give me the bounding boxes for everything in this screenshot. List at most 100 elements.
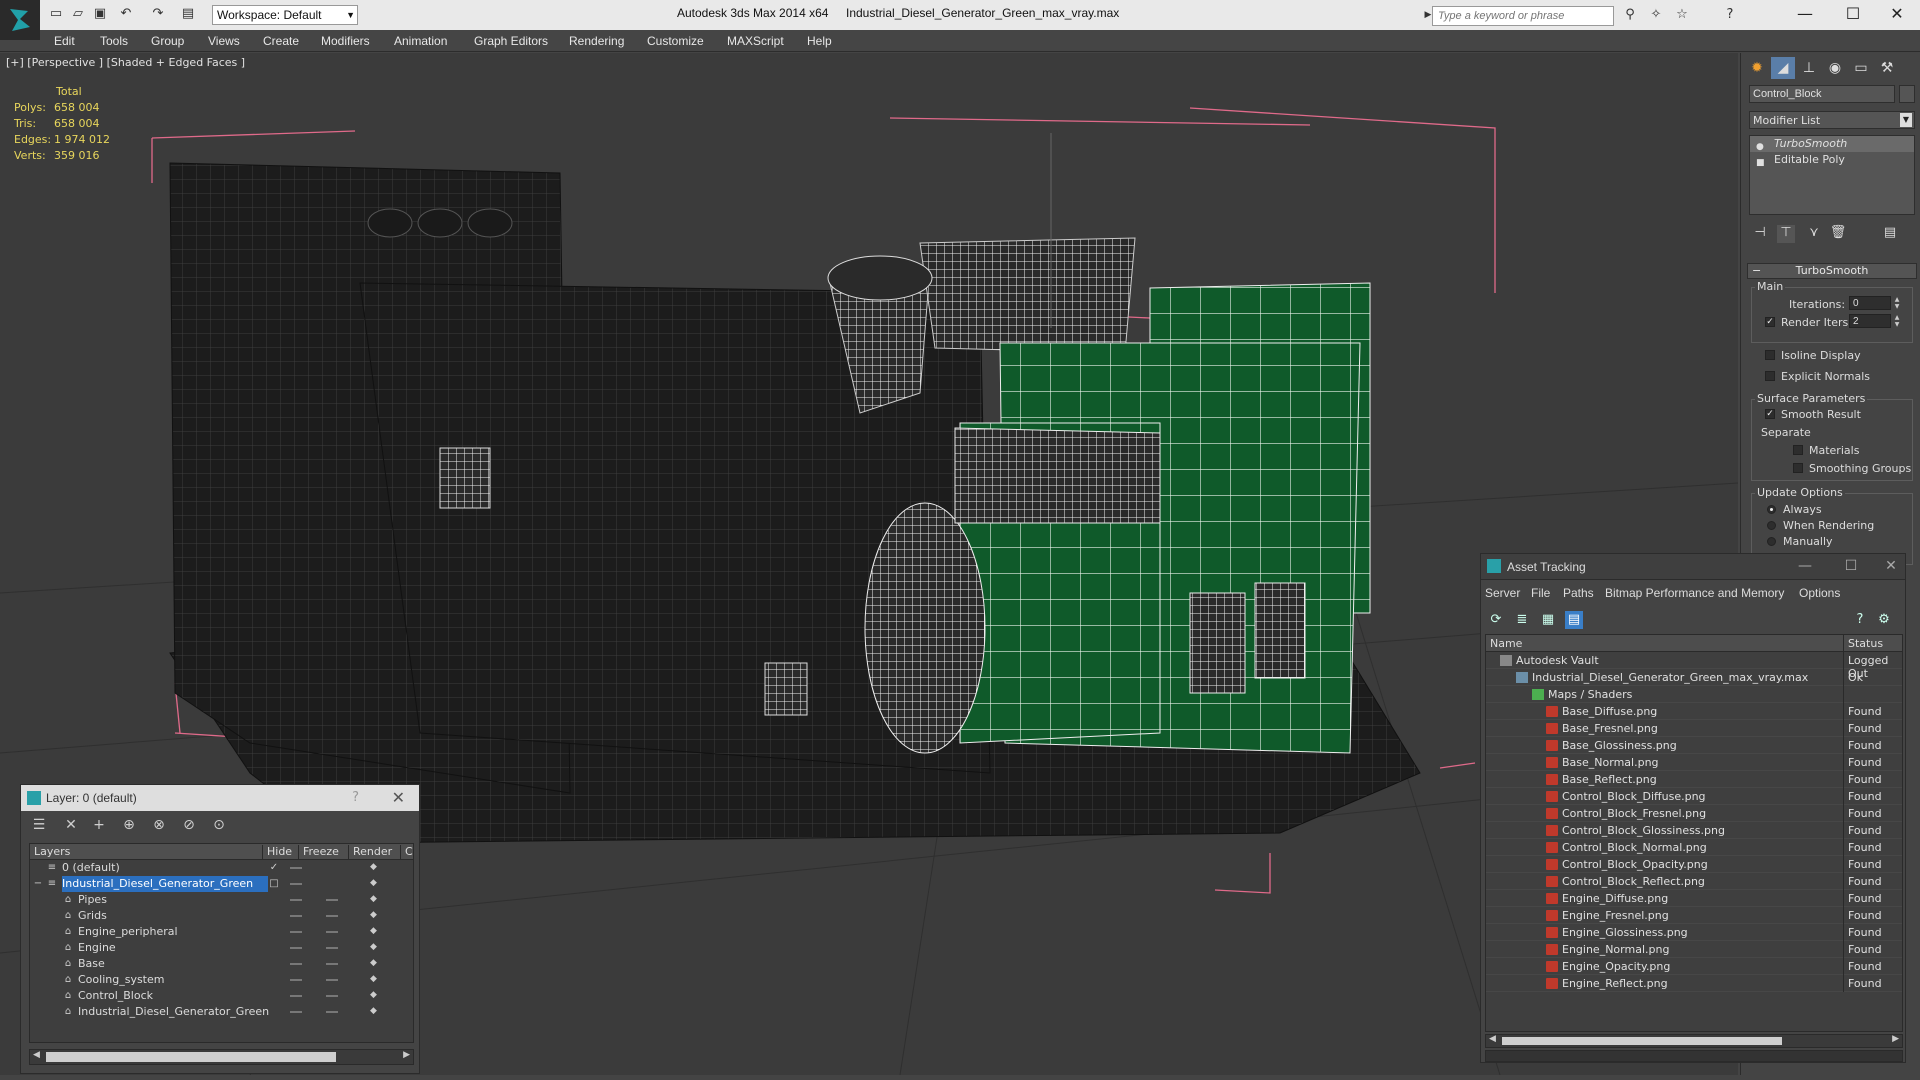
undo-icon[interactable]: ↶ [118,6,134,22]
hide-toggle[interactable] [290,915,302,917]
col-color[interactable]: C [400,845,413,860]
asset-menu-options[interactable]: Options [1799,586,1840,600]
hide-toggle[interactable] [290,963,302,965]
hide-toggle[interactable] [290,947,302,949]
table-view-icon[interactable]: ▤ [1565,611,1583,629]
maximize-button[interactable]: ☐ [1830,2,1876,26]
layer-horizontal-scrollbar[interactable]: ◀ ▶ [29,1049,414,1065]
menu-graph-editors[interactable]: Graph Editors [474,34,548,48]
render-teapot-icon[interactable]: ◆ [370,1007,380,1016]
hide-toggle[interactable] [290,979,302,981]
menu-create[interactable]: Create [263,34,299,48]
open-file-icon[interactable]: ▱ [70,6,86,22]
close-icon[interactable]: ✕ [392,788,405,807]
stack-item-editable-poly[interactable]: ■ Editable Poly [1750,152,1914,168]
layer-row[interactable]: ⌂ Base ◆ [30,956,413,972]
favorites-icon[interactable]: ☆ [1674,7,1690,23]
col-layers[interactable]: Layers [30,845,70,860]
menu-maxscript[interactable]: MAXScript [727,34,784,48]
create-tab-icon[interactable]: ✹ [1745,57,1769,79]
scroll-right-icon[interactable]: ▶ [1892,1034,1899,1044]
asset-row[interactable]: Base_Diffuse.png Found [1486,703,1902,720]
asset-tracking-titlebar[interactable]: Asset Tracking — ☐ ✕ [1481,554,1905,580]
viewport-label[interactable]: [+] [Perspective ] [Shaded + Edged Faces… [6,56,245,69]
menu-animation[interactable]: Animation [394,34,447,48]
layer-row[interactable]: ⌂ Industrial_Diesel_Generator_Green ◆ [30,1004,413,1020]
asset-row[interactable]: Base_Fresnel.png Found [1486,720,1902,737]
delete-layer-icon[interactable]: ✕ [61,817,81,835]
asset-row[interactable]: Control_Block_Diffuse.png Found [1486,788,1902,805]
explicit-normals-checkbox[interactable] [1765,371,1775,381]
column-divider[interactable] [1843,635,1844,652]
hierarchy-tab-icon[interactable]: ⊥ [1797,57,1821,79]
layers-icon[interactable]: ☰ [29,817,49,835]
asset-row[interactable]: Control_Block_Reflect.png Found [1486,873,1902,890]
asset-row[interactable]: Control_Block_Glossiness.png Found [1486,822,1902,839]
col-name[interactable]: Name [1490,637,1522,650]
thumbnail-view-icon[interactable]: ▦ [1539,611,1557,629]
iterations-spinner[interactable] [1849,296,1891,310]
smoothing-groups-checkbox[interactable] [1793,463,1803,473]
layer-row[interactable]: ⌂ Grids ◆ [30,908,413,924]
layer-row[interactable]: ⌂ Engine ◆ [30,940,413,956]
object-name-field[interactable] [1749,85,1895,103]
project-folder-icon[interactable]: ▤ [180,6,196,22]
communication-center-icon[interactable]: ✧ [1648,7,1664,23]
select-layer-icon[interactable]: ⊘ [179,817,199,835]
render-teapot-icon[interactable]: ◆ [370,911,380,920]
asset-row[interactable]: Base_Reflect.png Found [1486,771,1902,788]
asset-menu-server[interactable]: Server [1485,586,1520,600]
render-teapot-icon[interactable]: ◆ [370,959,380,968]
asset-row[interactable]: Engine_Diffuse.png Found [1486,890,1902,907]
remove-modifier-icon[interactable]: 🗑 [1829,225,1847,243]
col-freeze[interactable]: Freeze [298,845,339,860]
current-layer-icon[interactable]: ⊙ [209,817,229,835]
asset-row[interactable]: Industrial_Diesel_Generator_Green_max_vr… [1486,669,1902,686]
close-icon[interactable]: ✕ [1879,558,1903,574]
highlight-selected-icon[interactable]: ⊗ [149,817,169,835]
render-teapot-icon[interactable]: ◆ [370,991,380,1000]
manually-radio[interactable] [1767,537,1776,546]
stack-item-turbosmooth[interactable]: ● TurboSmooth [1750,136,1914,152]
isoline-display-checkbox[interactable] [1765,350,1775,360]
menu-views[interactable]: Views [208,34,240,48]
freeze-toggle[interactable] [290,867,302,869]
object-color-swatch[interactable] [1899,85,1915,103]
close-button[interactable]: ✕ [1874,2,1920,26]
menu-modifiers[interactable]: Modifiers [321,34,370,48]
layer-row[interactable]: ⌂ Pipes ◆ [30,892,413,908]
new-file-icon[interactable]: ▭ [48,6,64,22]
motion-tab-icon[interactable]: ◉ [1823,57,1847,79]
materials-checkbox[interactable] [1793,445,1803,455]
list-view-icon[interactable]: ≣ [1513,611,1531,629]
collapse-icon[interactable]: − [32,878,44,890]
asset-row[interactable]: Control_Block_Fresnel.png Found [1486,805,1902,822]
freeze-toggle[interactable] [326,947,338,949]
always-radio[interactable] [1767,505,1776,514]
binoculars-icon[interactable]: ⚲ [1622,7,1638,23]
select-objects-icon[interactable]: ⊕ [119,817,139,835]
hide-toggle[interactable] [290,1011,302,1013]
layer-row[interactable]: ⌂ Control_Block ◆ [30,988,413,1004]
display-tab-icon[interactable]: ▭ [1849,57,1873,79]
hide-toggle[interactable] [290,995,302,997]
redo-icon[interactable]: ↷ [150,6,166,22]
freeze-toggle[interactable] [326,995,338,997]
render-teapot-icon[interactable]: ◆ [370,863,380,872]
asset-horizontal-scrollbar[interactable]: ◀ ▶ [1485,1034,1903,1048]
search-input[interactable] [1432,6,1614,26]
help-icon[interactable]: ? [1722,7,1738,23]
col-render[interactable]: Render [348,845,392,860]
settings-icon[interactable]: ⚙ [1875,611,1893,629]
freeze-toggle[interactable] [326,899,338,901]
asset-row[interactable]: Base_Glossiness.png Found [1486,737,1902,754]
asset-row[interactable]: Engine_Reflect.png Found [1486,975,1902,992]
col-status[interactable]: Status [1848,637,1883,650]
asset-menu-file[interactable]: File [1531,586,1550,600]
col-hide[interactable]: Hide [262,845,292,860]
render-teapot-icon[interactable]: ◆ [370,879,380,888]
hide-toggle[interactable] [290,899,302,901]
turbosmooth-rollout-header[interactable]: − TurboSmooth [1747,263,1917,279]
asset-row[interactable]: Engine_Glossiness.png Found [1486,924,1902,941]
layer-panel-titlebar[interactable]: Layer: 0 (default) ? ✕ [21,785,419,811]
